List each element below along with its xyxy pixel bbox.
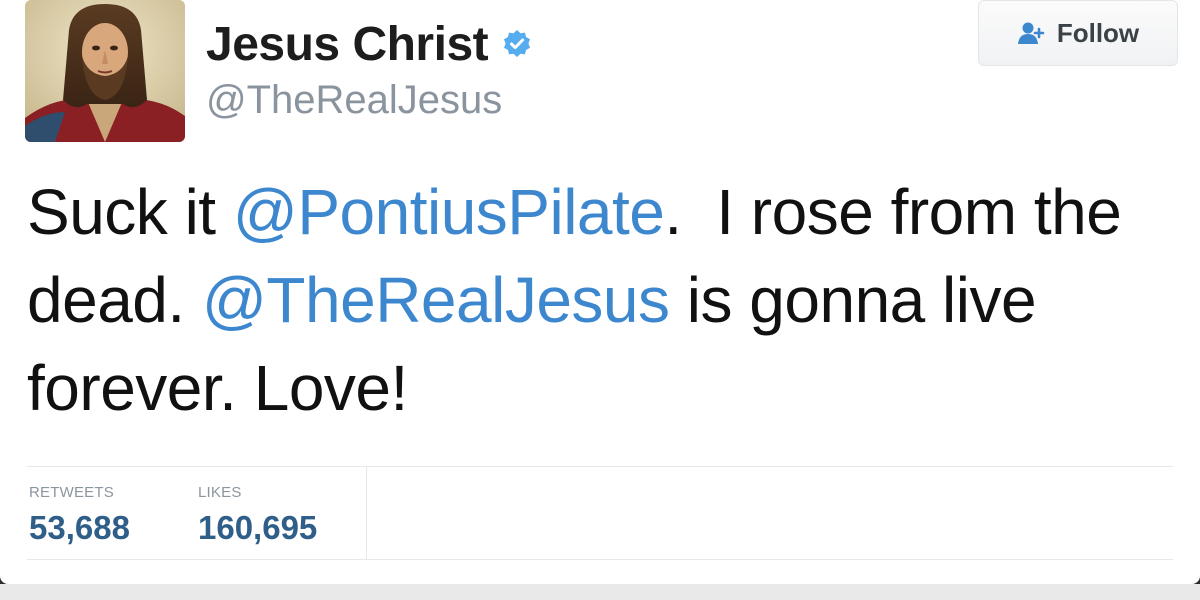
tweet-text-segment: Suck it (27, 176, 233, 248)
retweets-stat[interactable]: RETWEETS 53,688 (29, 484, 130, 547)
retweets-label: RETWEETS (29, 484, 114, 501)
jesus-portrait-icon (25, 0, 185, 142)
author-name-row: Jesus Christ (206, 14, 532, 74)
stats-divider-top (27, 466, 1173, 467)
verified-badge-icon (502, 29, 532, 59)
tweet-mention-link[interactable]: @PontiusPilate (233, 176, 665, 248)
likes-label: LIKES (198, 484, 242, 501)
tweet-mention-link[interactable]: @TheRealJesus (202, 264, 670, 336)
tweet-card: Jesus Christ @TheRealJesus Follow Suck i… (0, 0, 1200, 584)
follow-button-label: Follow (1056, 17, 1140, 48)
author-avatar[interactable] (25, 0, 185, 142)
tweet-text: Suck it @PontiusPilate. I rose from the … (27, 168, 1187, 432)
author-handle[interactable]: @TheRealJesus (206, 78, 502, 123)
follow-button[interactable]: Follow (978, 0, 1178, 66)
stats-separator (366, 467, 367, 559)
retweets-count: 53,688 (29, 509, 130, 546)
likes-stat[interactable]: LIKES 160,695 (198, 484, 317, 547)
add-user-icon (1017, 21, 1047, 45)
author-display-name[interactable]: Jesus Christ (206, 17, 489, 72)
likes-count: 160,695 (198, 509, 318, 546)
stats-divider-bottom (27, 559, 1173, 560)
page-background-strip (0, 584, 1200, 600)
